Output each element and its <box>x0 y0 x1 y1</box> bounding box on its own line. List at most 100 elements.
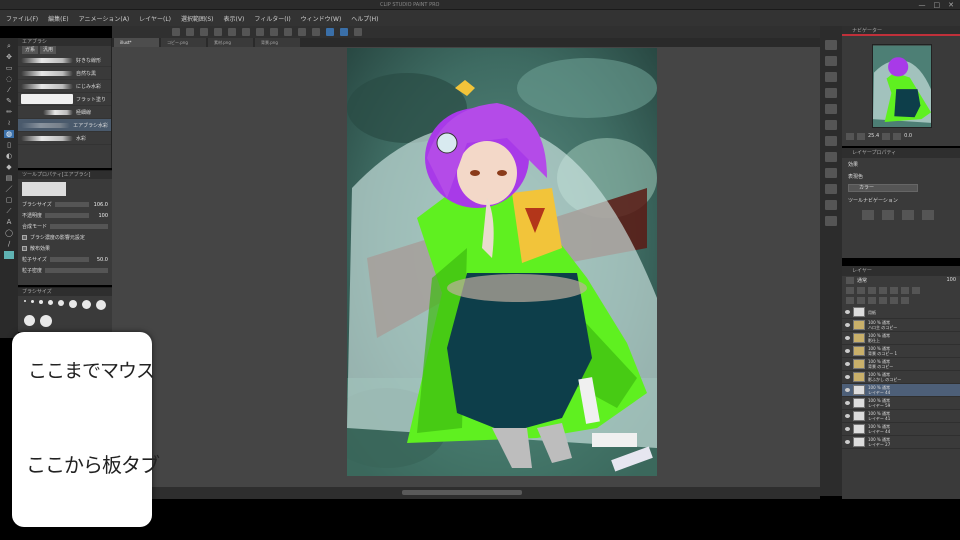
rotation-value[interactable]: 0.0 <box>904 133 912 139</box>
menu-view[interactable]: 表示(V) <box>224 14 245 23</box>
brush-size-preset[interactable] <box>24 315 35 326</box>
color-wheel-icon[interactable] <box>825 104 837 114</box>
pencil-tool-icon[interactable]: ✏ <box>4 108 14 116</box>
brush-item-selected[interactable]: エアブラシ水彩 <box>18 119 111 132</box>
figure-tool-icon[interactable]: ／ <box>4 185 14 193</box>
scrollbar-thumb[interactable] <box>402 490 522 495</box>
layer-row[interactable]: 100 % 通常 レイヤー 41 <box>842 410 960 423</box>
lock-alpha-icon[interactable] <box>890 287 898 294</box>
brush-size-preset[interactable] <box>82 300 91 309</box>
menu-filter[interactable]: フィルター(I) <box>254 14 290 23</box>
particle-density-row[interactable]: 粒子密度 <box>18 265 112 276</box>
menu-file[interactable]: ファイル(F) <box>6 14 38 23</box>
eye-icon[interactable] <box>845 401 850 405</box>
particle-size-row[interactable]: 粒子サイズ 50.0 <box>18 254 112 265</box>
horizontal-scrollbar[interactable] <box>112 487 820 499</box>
reference-icon[interactable] <box>857 287 865 294</box>
airbrush-tool-icon[interactable]: ◍ <box>4 130 14 138</box>
canvas-artwork[interactable] <box>347 48 657 476</box>
fill-tool-icon[interactable]: ◆ <box>4 163 14 171</box>
particle-density-slider[interactable] <box>45 268 108 273</box>
brush-size-preset[interactable] <box>48 300 53 305</box>
eye-icon[interactable] <box>845 349 850 353</box>
rotate-left-icon[interactable] <box>882 132 891 140</box>
new-folder-icon[interactable] <box>868 297 876 304</box>
eraser-tool-icon[interactable]: ▯ <box>4 141 14 149</box>
eye-icon[interactable] <box>845 375 850 379</box>
color-swatch-icon[interactable] <box>4 251 14 259</box>
layer-row[interactable]: 100 % 通常 影仕上 <box>842 332 960 345</box>
doc-tab[interactable]: コピー.png <box>161 38 206 47</box>
menu-selection[interactable]: 選択範囲(S) <box>181 14 214 23</box>
subview-tab-icon[interactable] <box>825 56 837 66</box>
snap-ruler-icon[interactable] <box>326 28 334 36</box>
lasso-tool-icon[interactable]: ◌ <box>4 75 14 83</box>
text-tool-icon[interactable]: A <box>4 218 14 226</box>
minimize-button[interactable]: — <box>919 1 926 9</box>
brush-size-preset[interactable] <box>96 300 106 310</box>
opacity-value[interactable]: 100 <box>946 277 956 285</box>
brush-item[interactable]: 好きな線形 <box>18 54 111 67</box>
eye-icon[interactable] <box>845 336 850 340</box>
select-tool-icon[interactable]: ▭ <box>4 64 14 72</box>
blend-mode-row[interactable]: 合成モード <box>18 221 112 232</box>
auto-action-icon[interactable] <box>825 168 837 178</box>
line-tool-icon[interactable]: ∕ <box>4 240 14 248</box>
eye-icon[interactable] <box>845 427 850 431</box>
density-check-row[interactable]: ブラシ濃度の影響元設定 <box>18 232 112 243</box>
color-set-icon[interactable] <box>825 136 837 146</box>
open-icon[interactable] <box>186 28 194 36</box>
blend-mode-value[interactable]: 通常 <box>857 277 867 285</box>
layer-row[interactable]: 100 % 通常 レイヤー 44 <box>842 384 960 397</box>
brush-item[interactable]: 自然な黒 <box>18 67 111 80</box>
gradient-tool-icon[interactable]: ▤ <box>4 174 14 182</box>
eye-icon[interactable] <box>845 414 850 418</box>
redo-icon[interactable] <box>228 28 236 36</box>
material-tab-icon[interactable] <box>825 88 837 98</box>
layer-color-icon[interactable] <box>922 210 934 220</box>
opacity-slider[interactable] <box>45 213 89 218</box>
new-raster-icon[interactable] <box>846 297 854 304</box>
maximize-button[interactable]: □ <box>934 1 941 9</box>
brush-size-preset[interactable] <box>69 300 77 308</box>
menu-window[interactable]: ウィンドウ(W) <box>301 14 342 23</box>
delete-layer-icon[interactable] <box>901 297 909 304</box>
brush-size-preset[interactable] <box>40 315 52 327</box>
subtool-tab-1[interactable]: ガ系 <box>22 46 39 54</box>
brush-size-preset[interactable] <box>39 300 43 304</box>
invert-icon[interactable] <box>284 28 292 36</box>
zoom-out-icon[interactable] <box>846 132 854 140</box>
brush-tool-icon[interactable]: ≀ <box>4 119 14 127</box>
material-icon[interactable] <box>825 184 837 194</box>
deselect-icon[interactable] <box>270 28 278 36</box>
brush-size-preset[interactable] <box>58 300 64 306</box>
doc-tab[interactable]: illust* <box>114 38 159 47</box>
density-checkbox[interactable] <box>22 235 27 240</box>
subtool-tab-2[interactable]: 汎用 <box>40 46 57 54</box>
menu-layer[interactable]: レイヤー(L) <box>139 14 171 23</box>
layer-row[interactable]: 100 % 通常 背景 のコピー <box>842 358 960 371</box>
extract-line-icon[interactable] <box>882 210 894 220</box>
info-tab-icon[interactable] <box>825 72 837 82</box>
brush-item[interactable]: フラット塗り <box>18 93 111 106</box>
color-slider-icon[interactable] <box>825 120 837 130</box>
clip-icon[interactable] <box>846 287 854 294</box>
blend-tool-icon[interactable]: ◐ <box>4 152 14 160</box>
mask-icon[interactable] <box>901 287 909 294</box>
transform-icon[interactable] <box>256 28 264 36</box>
balloon-tool-icon[interactable]: ◯ <box>4 229 14 237</box>
navigator-thumbnail[interactable] <box>872 44 932 128</box>
draft-icon[interactable] <box>868 287 876 294</box>
eye-icon[interactable] <box>845 310 850 314</box>
eye-icon[interactable] <box>845 362 850 366</box>
brush-size-preset[interactable] <box>24 300 26 302</box>
particle-size-slider[interactable] <box>49 257 89 262</box>
border-effect-icon[interactable] <box>862 210 874 220</box>
layer-row[interactable]: 100 % 通常 レイヤー 59 <box>842 397 960 410</box>
palette-icon[interactable] <box>825 200 837 210</box>
layer-row[interactable]: 用紙 <box>842 306 960 319</box>
doc-tab[interactable]: 背景.png <box>255 38 300 47</box>
scatter-check-row[interactable]: 散布効果 <box>18 243 112 254</box>
combine-icon[interactable] <box>890 297 898 304</box>
snap-special-icon[interactable] <box>354 28 362 36</box>
